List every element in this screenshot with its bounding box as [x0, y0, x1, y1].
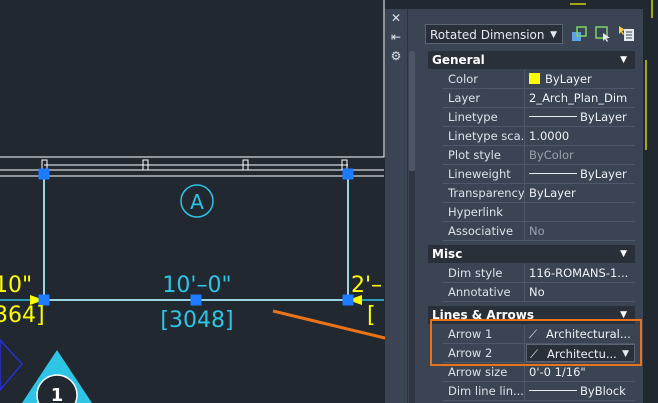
lineweight-preview — [529, 173, 577, 174]
property-label: Plot style — [443, 146, 525, 164]
property-row-linetype[interactable]: Linetype ByLayer — [443, 108, 635, 127]
color-swatch — [529, 73, 540, 84]
scrollbar-thumb[interactable] — [409, 51, 415, 171]
auto-hide-icon[interactable]: ⇤ — [389, 30, 403, 44]
property-label: Lineweight — [443, 165, 525, 183]
palette-title-strip: ✕ ⇤ ⚙ — [385, 9, 408, 403]
object-type-dropdown[interactable]: Rotated Dimension ▼ — [425, 24, 563, 44]
property-value[interactable]: 116-ROMANS-1... — [526, 264, 635, 282]
right-dimension-text: 2'– — [351, 273, 382, 298]
dimension-text: 10'–0" — [162, 273, 231, 298]
property-value[interactable]: ByLayer — [526, 108, 635, 126]
property-value[interactable]: ByLayer — [526, 70, 635, 88]
property-label: Associative — [443, 222, 525, 240]
linetype-preview — [529, 116, 577, 117]
svg-text:1: 1 — [51, 385, 64, 403]
section-marker: 1 — [0, 338, 92, 403]
left-dimension-text: 10" — [0, 273, 32, 298]
grid-bubble-label: A — [190, 190, 204, 214]
section-misc[interactable]: Misc ▼ — [428, 245, 635, 263]
property-value[interactable]: ByLayer — [526, 184, 635, 202]
property-row-annotative[interactable]: Annotative No — [443, 283, 635, 302]
property-label: Dim style — [443, 264, 525, 282]
chevron-down-icon: ▼ — [620, 249, 627, 259]
select-objects-icon[interactable] — [595, 26, 611, 42]
grip-top-right — [342, 168, 354, 180]
property-row-dim-line-linetype[interactable]: Dim line lin... ByBlock — [443, 382, 635, 401]
property-row-dim-style[interactable]: Dim style 116-ROMANS-1... — [443, 264, 635, 283]
chevron-down-icon: ▼ — [550, 30, 557, 40]
property-row-associative[interactable]: Associative No — [443, 222, 635, 241]
property-label: Linetype — [443, 108, 525, 126]
property-value[interactable]: ByBlock — [526, 382, 635, 400]
property-label: Linetype sca... — [443, 127, 525, 145]
object-type-label: Rotated Dimension — [430, 28, 545, 42]
property-row-linetype-scale[interactable]: Linetype sca... 1.0000 — [443, 127, 635, 146]
property-value: No — [529, 224, 545, 238]
right-dimension-alt: [ — [367, 303, 376, 328]
property-value[interactable]: 1.0000 — [526, 127, 635, 145]
window-block — [41, 159, 348, 171]
property-value[interactable]: 2_Arch_Plan_Dim — [526, 89, 635, 107]
linetype-preview — [529, 390, 577, 391]
section-title: General — [432, 53, 485, 67]
left-dimension-alt: 364] — [0, 303, 45, 328]
callout-highlight-box — [430, 319, 642, 366]
property-label: Transparency — [443, 184, 525, 202]
grip-top-left — [38, 168, 50, 180]
palette-scrollbar[interactable] — [409, 51, 415, 403]
property-value[interactable]: ByLayer — [526, 165, 635, 183]
dimension-alt-text: [3048] — [160, 308, 233, 333]
property-row-transparency[interactable]: Transparency ByLayer — [443, 184, 635, 203]
section-title: Misc — [432, 247, 463, 261]
property-row-plot-style[interactable]: Plot style ByColor — [443, 146, 635, 165]
property-label: Layer — [443, 89, 525, 107]
property-row-lineweight[interactable]: Lineweight ByLayer — [443, 165, 635, 184]
property-value: ByColor — [529, 148, 574, 162]
section-general[interactable]: General ▼ — [428, 51, 635, 69]
property-value[interactable] — [526, 203, 635, 221]
property-row-hyperlink[interactable]: Hyperlink — [443, 203, 635, 222]
wall-lines — [0, 0, 385, 177]
property-value[interactable]: No — [526, 283, 635, 301]
palette-settings-icon[interactable]: ⚙ — [389, 49, 403, 63]
property-label: Dim line lin... — [443, 382, 525, 400]
chevron-down-icon: ▼ — [620, 55, 627, 65]
property-label: Color — [443, 70, 525, 88]
property-label: Hyperlink — [443, 203, 525, 221]
quick-select-icon[interactable] — [619, 26, 635, 42]
property-row-layer[interactable]: Layer 2_Arch_Plan_Dim — [443, 89, 635, 108]
property-row-color[interactable]: Color ByLayer — [443, 70, 635, 89]
toggle-pickadd-icon[interactable] — [571, 26, 587, 42]
close-icon[interactable]: ✕ — [389, 11, 403, 25]
property-label: Annotative — [443, 283, 525, 301]
